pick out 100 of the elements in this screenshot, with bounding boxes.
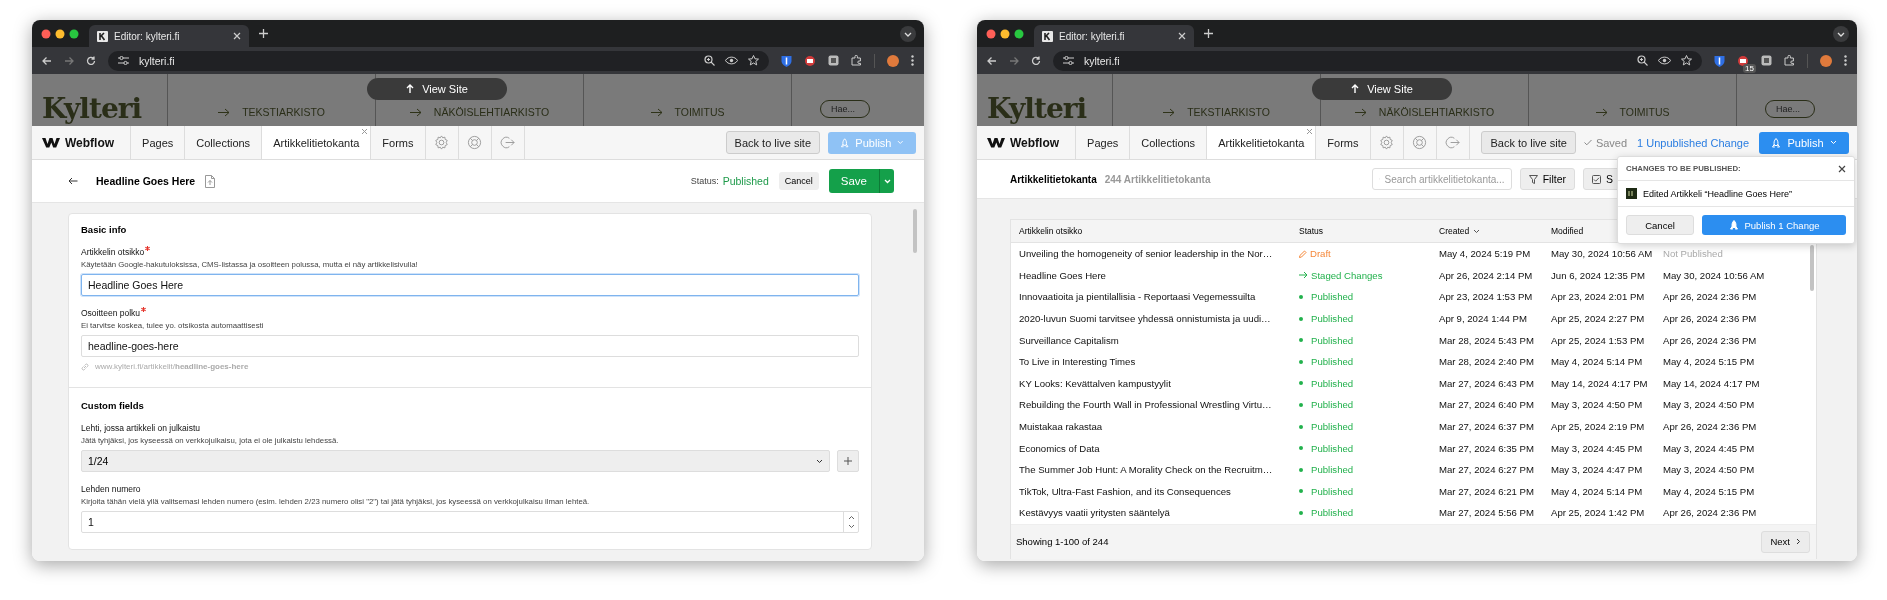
back-to-live-site-button[interactable]: Back to live site <box>1481 131 1576 154</box>
view-site-button[interactable]: View Site <box>1312 78 1452 100</box>
next-page-button[interactable]: Next <box>1761 530 1810 553</box>
column-header[interactable]: Artikkelin otsikko <box>1019 226 1299 236</box>
forward-icon[interactable] <box>1009 55 1019 66</box>
zoom-icon[interactable] <box>704 55 715 66</box>
table-row[interactable]: KY Looks: Kevättalven kampustyylit Published Mar 27, 2024 6:43 PM May 14, 2024 4:17 PM May 14, 2024 4:17 PM <box>1011 372 1816 395</box>
site-settings-icon[interactable] <box>1063 56 1074 65</box>
menu-icon[interactable] <box>911 55 914 66</box>
table-row[interactable]: Surveillance Capitalism Published Mar 28, 2024 5:43 PM Apr 25, 2024 1:53 PM Apr 26, 2024 2:36 PM <box>1011 329 1816 351</box>
shield-extension-icon[interactable] <box>781 54 792 67</box>
logo-icon <box>987 137 1005 148</box>
scrollbar-thumb[interactable] <box>1810 245 1814 291</box>
zoom-icon[interactable] <box>1637 55 1648 66</box>
eye-icon[interactable] <box>725 56 738 65</box>
toolbar-tab[interactable]: Artikkelitietokanta <box>262 126 372 159</box>
toolbar-tab[interactable]: Pages <box>1076 126 1131 159</box>
view-site-button[interactable]: View Site <box>367 78 507 100</box>
table-row[interactable]: Headline Goes Here Staged Changes Apr 26, 2024 2:14 PM Jun 6, 2024 12:35 PM May 30, 2024 10:56 AM <box>1011 264 1816 287</box>
table-row[interactable]: Unveiling the homogeneity of senior leadership in the Nor… Draft May 4, 2024 5:19 PM May 30, 2024 10:56 AM Not Published <box>1011 243 1816 265</box>
text-field[interactable]: headline-goes-here <box>81 335 859 357</box>
checkbox-icon <box>1592 174 1601 184</box>
puzzle-icon[interactable] <box>1784 55 1795 66</box>
avatar-icon[interactable] <box>887 54 899 67</box>
bookmark-star-icon[interactable] <box>1681 55 1692 66</box>
forward-icon[interactable] <box>64 55 74 66</box>
status-label: Published <box>1311 442 1354 454</box>
toolbar-tab[interactable]: Pages <box>131 126 186 159</box>
column-header[interactable]: Status <box>1299 226 1439 236</box>
number-field[interactable]: 1 <box>81 511 859 533</box>
pencil-icon <box>1299 249 1307 258</box>
date-cell-text: Mar 27, 2024 6:43 PM <box>1439 377 1535 389</box>
chevron-down-icon <box>816 458 823 464</box>
back-icon[interactable] <box>42 55 52 66</box>
title-cell-text: TikTok, Ultra-Fast Fashion, and its Consequences <box>1019 485 1232 497</box>
unpublished-changes-link[interactable]: 1 Unpublished Change <box>1637 136 1749 149</box>
table-row[interactable]: Rebuilding the Fourth Wall in Professional Wrestling Virtu… Published Mar 27, 2024 6:40 PM May 3, 2024 4:50 PM May 3, 2024 4:50 PM <box>1011 394 1816 416</box>
save-options-button[interactable] <box>879 169 894 193</box>
status-label: Published <box>1311 507 1354 519</box>
scrollbar-thumb[interactable] <box>913 209 917 253</box>
menu-icon[interactable] <box>1844 55 1847 66</box>
webflow-logo[interactable]: Webflow <box>977 126 1077 159</box>
chevron-down-icon[interactable] <box>1833 25 1849 42</box>
toolbar-tab[interactable]: Forms <box>371 126 426 159</box>
window-controls-icon[interactable] <box>986 28 1024 39</box>
reload-icon[interactable] <box>1031 55 1041 66</box>
toolbar-tab[interactable]: Artikkelitietokanta <box>1207 126 1317 159</box>
browser-tab[interactable]: Editor: kylteri.fi <box>89 25 249 47</box>
table-row[interactable]: Economics of Data Published Mar 27, 2024 6:35 PM May 3, 2024 4:45 PM May 3, 2024 4:45 PM <box>1011 437 1816 459</box>
extension-icon[interactable] <box>1737 54 1749 67</box>
extension-icon[interactable] <box>1761 55 1772 66</box>
address-bar[interactable]: kylteri.fi <box>108 50 769 71</box>
new-tab-icon[interactable] <box>259 29 268 38</box>
url-preview: www.kylteri.fi/artikkelit/headline-goes-here <box>95 362 249 371</box>
eye-icon[interactable] <box>1658 56 1671 65</box>
date-cell-text: Mar 27, 2024 5:56 PM <box>1439 507 1535 519</box>
date-cell-text: May 4, 2024 5:15 PM <box>1663 485 1756 497</box>
toolbar-tab[interactable]: Forms <box>1316 126 1371 159</box>
table-row[interactable]: To Live in Interesting Times Published Mar 28, 2024 2:40 PM May 4, 2024 5:14 PM May 4, 2024 5:15 PM <box>1011 350 1816 373</box>
arrow-right-icon <box>409 107 422 117</box>
arrow-up-icon <box>406 84 415 94</box>
cancel-button[interactable]: Cancel <box>778 172 819 190</box>
shield-extension-icon[interactable] <box>1714 54 1725 67</box>
table-row[interactable]: The Summer Job Hunt: A Morality Check on the Recruitm… Published Mar 27, 2024 6:27 PM May 3, 2024 4:47 PM May 3, 2024 4:50 PM <box>1011 458 1816 481</box>
window-controls-icon[interactable] <box>41 28 79 39</box>
date-cell-text: May 3, 2024 4:45 PM <box>1663 442 1756 454</box>
site-settings-icon[interactable] <box>118 56 129 65</box>
address-bar[interactable]: kylteri.fi <box>1053 50 1702 71</box>
webflow-logo[interactable]: Webflow <box>32 126 132 159</box>
column-header[interactable]: Created <box>1439 226 1551 236</box>
plus-icon <box>844 457 852 465</box>
table-row[interactable]: 2020-luvun Suomi tarvitsee yhdessä onnistumista ja uudi… Published Apr 9, 2024 1:44 PM Apr 25, 2024 2:27 PM Apr 26, 2024 2:36 PM <box>1011 307 1816 330</box>
date-cell-text: May 3, 2024 4:50 PM <box>1663 399 1756 411</box>
text-field[interactable]: Headline Goes Here <box>81 274 859 296</box>
select-field[interactable]: 1/24 <box>81 450 830 472</box>
extension-icon[interactable] <box>804 54 816 67</box>
browser-tab[interactable]: Editor: kylteri.fi <box>1034 25 1194 47</box>
table-row[interactable]: Muistakaa rakastaa Published Mar 27, 2024 6:37 PM Apr 25, 2024 2:19 PM Apr 26, 2024 2:36 PM <box>1011 415 1816 438</box>
collection-title: Artikkelitietokanta <box>1010 173 1097 185</box>
close-icon[interactable] <box>1838 164 1846 173</box>
favicon-icon <box>1042 30 1053 42</box>
chevron-down-icon[interactable] <box>900 25 916 42</box>
bookmark-star-icon[interactable] <box>748 55 759 66</box>
table-row[interactable]: Innovaatioita ja pientilallisia - Reportaasi Vegemessuilta Published Apr 23, 2024 1:53 PM Apr 23, 2024 2:01 PM Apr 26, 2024 2:36 PM <box>1011 286 1816 308</box>
new-tab-icon[interactable] <box>1204 29 1213 38</box>
table-row[interactable]: Kestävyys vaatii yritysten sääntelyä Published Mar 27, 2024 5:56 PM Apr 25, 2024 1:42 PM Apr 26, 2024 2:36 PM <box>1011 502 1816 524</box>
status-label: Published <box>1311 421 1354 433</box>
back-arrow-icon[interactable] <box>68 177 78 185</box>
filter-button[interactable]: Filter <box>1519 168 1575 190</box>
document-icon[interactable] <box>205 174 216 188</box>
cancel-button[interactable]: Cancel <box>1626 215 1694 235</box>
reload-icon[interactable] <box>86 55 96 66</box>
table-row[interactable]: TikTok, Ultra-Fast Fashion, and its Consequences Published Mar 27, 2024 6:21 PM May 4, 2024 5:14 PM May 4, 2024 5:15 PM <box>1011 480 1816 503</box>
avatar-icon[interactable] <box>1820 54 1832 67</box>
extension-icon[interactable] <box>828 55 839 66</box>
back-icon[interactable] <box>987 55 997 66</box>
puzzle-icon[interactable] <box>851 55 862 66</box>
title-cell-text: Muistakaa rakastaa <box>1019 421 1104 433</box>
back-to-live-site-button[interactable]: Back to live site <box>725 131 820 154</box>
date-cell-text: Apr 26, 2024 2:36 PM <box>1663 507 1758 519</box>
